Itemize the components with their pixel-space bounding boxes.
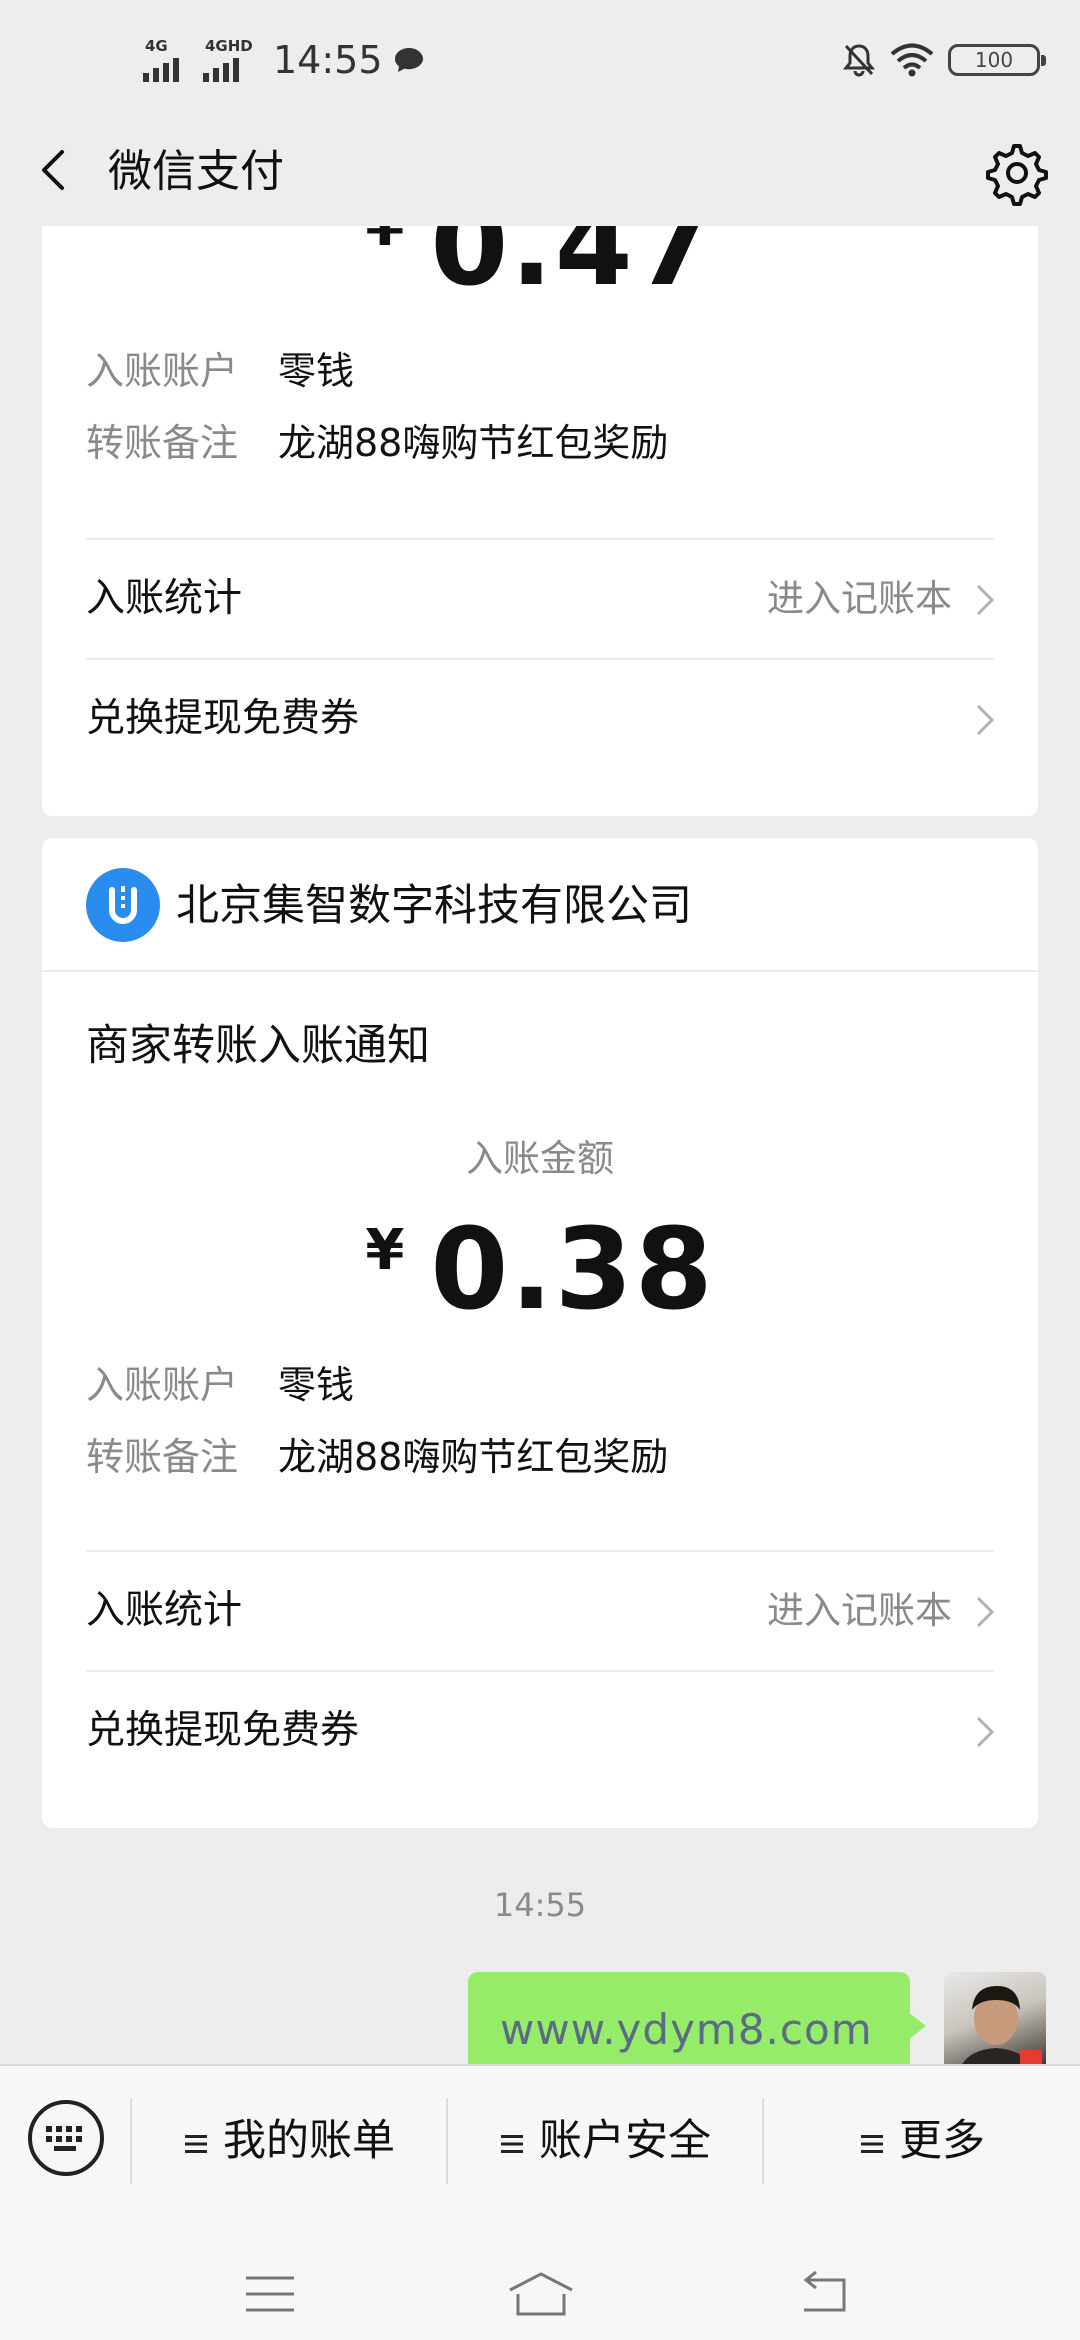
amount-value: 0.47 — [430, 226, 715, 311]
note-label: 转账备注 — [86, 1435, 239, 1479]
mute-icon — [842, 44, 876, 77]
note-value: 龙湖88嗨购节红包奖励 — [278, 1435, 669, 1479]
note-row: 转账备注 龙湖88嗨购节红包奖励 — [86, 1432, 668, 1482]
menu-list-icon — [861, 2134, 883, 2153]
sent-message-text: www.ydym8.com — [500, 2005, 873, 2054]
ledger-link[interactable]: 进入记账本 — [767, 574, 952, 624]
keyboard-button[interactable] — [28, 2100, 104, 2176]
voucher-row[interactable]: 兑换提现免费券 — [42, 660, 1038, 778]
menu-account-security-label: 账户安全 — [539, 2116, 711, 2166]
battery-icon: 100 — [948, 44, 1046, 76]
sim2-label: 4GHD — [205, 37, 253, 55]
account-value: 零钱 — [278, 1363, 355, 1407]
amount-display: ¥0.38 — [42, 1210, 1038, 1330]
transfer-card[interactable]: ¥0.47 入账账户 零钱 转账备注 龙湖88嗨购节红包奖励 入账统计 进入记账本 … — [42, 226, 1038, 816]
chevron-right-icon — [976, 1716, 995, 1748]
stats-label: 入账统计 — [86, 1588, 243, 1633]
currency-symbol: ¥ — [365, 226, 405, 259]
chevron-right-icon — [976, 584, 995, 616]
chat-message-list[interactable]: ¥0.47 入账账户 零钱 转账备注 龙湖88嗨购节红包奖励 入账统计 进入记账本 … — [0, 226, 1080, 2064]
menu-list-icon — [185, 2134, 207, 2153]
account-label: 入账账户 — [86, 349, 239, 393]
chevron-right-icon — [976, 1596, 995, 1628]
voucher-label: 兑换提现免费券 — [86, 1708, 360, 1753]
sim1-label: 4G — [145, 37, 168, 55]
signal-sim2-icon: 4GHD — [203, 38, 255, 82]
bottom-menu: 我的账单 账户安全 更多 — [0, 2064, 1080, 2214]
nav-back-icon[interactable] — [796, 2270, 852, 2316]
currency-symbol: ¥ — [365, 1218, 405, 1283]
stats-row[interactable]: 入账统计 进入记账本 — [42, 1552, 1038, 1670]
signal-sim1-icon: 4G — [143, 38, 195, 82]
back-icon[interactable] — [34, 140, 74, 200]
nav-menu-icon[interactable] — [244, 2274, 296, 2314]
voucher-label: 兑换提现免费券 — [86, 696, 360, 741]
merchant-logo — [86, 868, 160, 942]
avatar-portrait-icon — [962, 1986, 1042, 2064]
amount-display: ¥0.47 — [42, 226, 1038, 306]
chat-header: 微信支付 — [0, 120, 1080, 226]
transfer-card[interactable]: 北京集智数字科技有限公司 商家转账入账通知 入账金额 ¥0.38 入账账户 零钱 … — [42, 838, 1038, 1828]
account-label: 入账账户 — [86, 1363, 239, 1407]
amount-label: 入账金额 — [466, 1137, 614, 1180]
battery-level: 100 — [974, 48, 1014, 72]
account-row: 入账账户 零钱 — [86, 1360, 354, 1410]
note-row: 转账备注 龙湖88嗨购节红包奖励 — [86, 418, 668, 468]
menu-more-label: 更多 — [899, 2116, 985, 2166]
voucher-row[interactable]: 兑换提现免费券 — [42, 1672, 1038, 1790]
menu-list-icon — [501, 2134, 523, 2153]
note-value: 龙湖88嗨购节红包奖励 — [278, 421, 669, 465]
note-label: 转账备注 — [86, 421, 239, 465]
avatar[interactable] — [944, 1972, 1046, 2064]
account-value: 零钱 — [278, 349, 355, 393]
status-right: 100 — [842, 38, 1046, 82]
ledger-link[interactable]: 进入记账本 — [767, 1586, 952, 1636]
account-row: 入账账户 零钱 — [86, 346, 354, 396]
amount-value: 0.38 — [430, 1205, 715, 1335]
merchant-logo-icon — [109, 886, 137, 924]
keyboard-icon — [46, 2126, 82, 2151]
wifi-icon — [890, 43, 934, 77]
stats-row[interactable]: 入账统计 进入记账本 — [42, 540, 1038, 658]
system-nav-bar — [0, 2214, 1080, 2340]
stats-label: 入账统计 — [86, 576, 243, 621]
notice-title: 商家转账入账通知 — [86, 1021, 430, 1071]
menu-my-bills-label: 我的账单 — [223, 2116, 395, 2166]
merchant-header[interactable]: 北京集智数字科技有限公司 — [42, 838, 1038, 972]
merchant-name: 北京集智数字科技有限公司 — [176, 881, 692, 931]
page-title: 微信支付 — [108, 146, 284, 197]
chat-icon — [394, 48, 423, 72]
wechat-pay-chat-screen: 4G 4GHD 14:55 100 微信支付 ¥ 0.47 入账账户 零钱 转账… — [0, 0, 1080, 2340]
message-timestamp: 14:55 — [493, 1886, 587, 1924]
settings-icon[interactable] — [980, 136, 1050, 206]
sent-message-bubble[interactable]: www.ydym8.com — [468, 1972, 926, 2064]
menu-my-bills[interactable]: 我的账单 — [132, 2106, 446, 2176]
nav-home-icon[interactable] — [506, 2270, 576, 2318]
menu-more[interactable]: 更多 — [764, 2106, 1080, 2176]
status-time: 14:55 — [273, 38, 383, 82]
status-bar: 4G 4GHD 14:55 100 — [0, 0, 1080, 120]
chevron-right-icon — [976, 704, 995, 736]
status-left: 4G 4GHD 14:55 — [143, 34, 425, 86]
menu-account-security[interactable]: 账户安全 — [448, 2106, 762, 2176]
